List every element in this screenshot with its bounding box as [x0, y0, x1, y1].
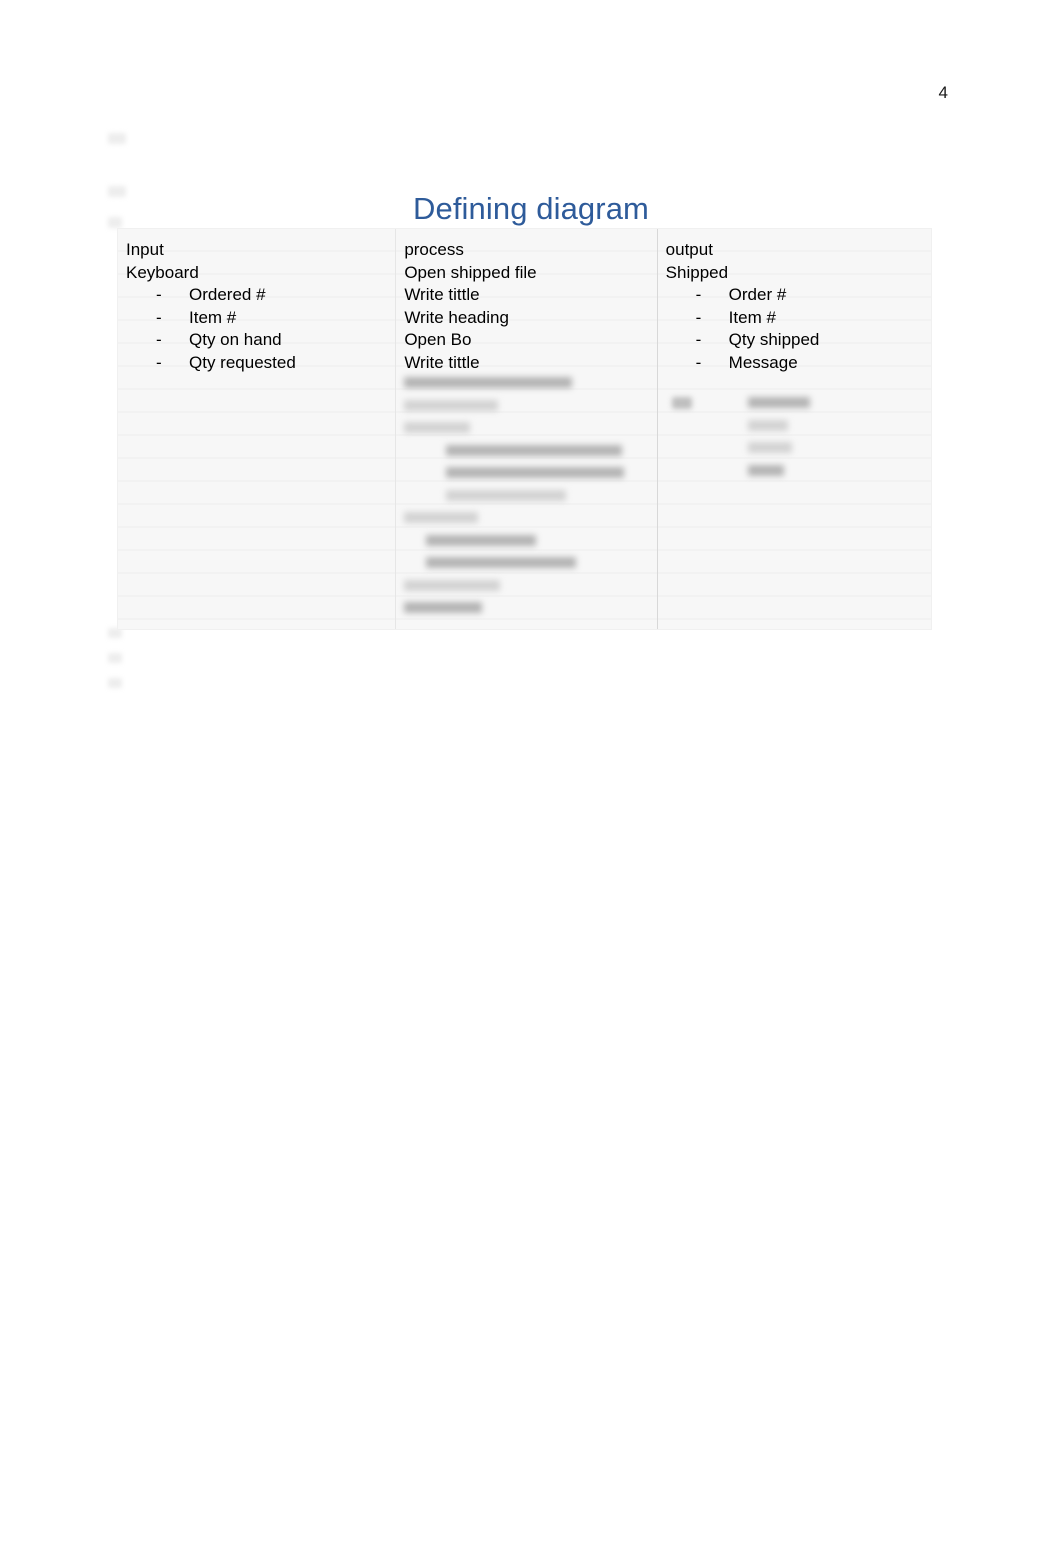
- input-item-list: - Ordered # - Item # - Qty on hand - Qty…: [126, 284, 395, 374]
- bullet-dash-icon: -: [156, 307, 162, 327]
- table-column-process: process Open shipped file Write tittle W…: [395, 229, 656, 629]
- bullet-dash-icon: -: [156, 330, 162, 349]
- defining-diagram-table: Input Keyboard - Ordered # - Item # - Qt…: [117, 228, 932, 630]
- process-step: Open Bo: [404, 330, 472, 349]
- list-item: - Message: [666, 352, 931, 375]
- bullet-dash-icon: -: [695, 352, 702, 372]
- table-column-input: Input Keyboard - Ordered # - Item # - Qt…: [118, 229, 395, 629]
- list-item-label: Message: [728, 352, 798, 372]
- column-header-input: Input: [126, 240, 164, 259]
- document-page: 4 Defining diagram Input Keyboard - Orde…: [0, 0, 1062, 1556]
- list-item: - Qty on hand: [126, 329, 395, 352]
- list-item-label: Order #: [728, 285, 787, 304]
- output-item-list: - Order # - Item # - Qty shipped - Messa…: [666, 284, 931, 374]
- list-item: - Ordered #: [126, 284, 395, 307]
- table-column-output: output Shipped - Order # - Item # - Qty …: [656, 229, 931, 629]
- column-header-process: process: [404, 240, 464, 259]
- bullet-dash-icon: -: [695, 285, 702, 304]
- page-title: Defining diagram: [413, 190, 649, 226]
- bullet-dash-icon: -: [156, 285, 162, 304]
- list-item-label: Qty requested: [189, 352, 296, 372]
- process-step: Write heading: [404, 307, 509, 327]
- redacted-output-text: [666, 397, 810, 487]
- column-subject-shipped: Shipped: [665, 262, 729, 282]
- process-step: Write tittle: [404, 352, 480, 372]
- list-item: - Item #: [666, 307, 931, 330]
- bullet-dash-icon: -: [695, 330, 702, 349]
- column-header-output: output: [665, 240, 713, 259]
- list-item-label: Qty shipped: [728, 330, 820, 349]
- column-subject-keyboard: Keyboard: [126, 262, 199, 282]
- list-item-label: Qty on hand: [189, 330, 282, 349]
- redacted-process-text: [404, 377, 625, 625]
- bullet-dash-icon: -: [695, 307, 702, 327]
- bullet-dash-icon: -: [156, 352, 162, 372]
- page-number: 4: [938, 83, 948, 102]
- column-subject-open-shipped-file: Open shipped file: [404, 262, 537, 282]
- margin-artifact: [108, 653, 122, 663]
- margin-artifact: [108, 133, 126, 144]
- list-item: - Qty shipped: [666, 329, 931, 352]
- list-item: - Item #: [126, 307, 395, 330]
- list-item-label: Ordered #: [189, 285, 266, 304]
- list-item: - Qty requested: [126, 352, 395, 375]
- list-item: - Order #: [666, 284, 931, 307]
- list-item-label: Item #: [728, 307, 776, 327]
- margin-artifact: [108, 678, 122, 688]
- process-step: Write tittle: [404, 285, 480, 304]
- list-item-label: Item #: [189, 307, 237, 327]
